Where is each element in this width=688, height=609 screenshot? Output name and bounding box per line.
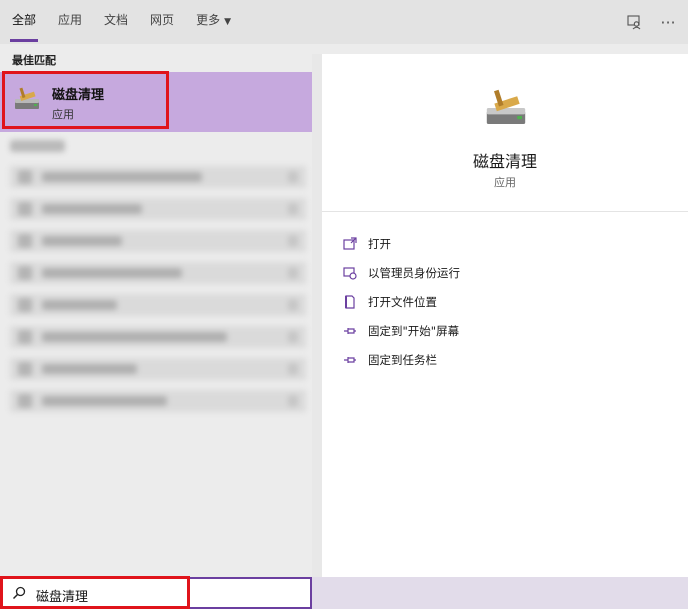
blurred-results bbox=[0, 136, 312, 426]
list-item[interactable] bbox=[10, 326, 306, 348]
search-icon bbox=[12, 586, 26, 600]
list-item[interactable] bbox=[10, 294, 306, 316]
tab-apps[interactable]: 应用 bbox=[58, 0, 82, 44]
search-input[interactable]: 磁盘清理 bbox=[0, 577, 312, 609]
action-label: 以管理员身份运行 bbox=[368, 265, 460, 280]
list-item[interactable] bbox=[10, 230, 306, 252]
results-pane: 最佳匹配 磁盘清理 应用 bbox=[0, 44, 312, 577]
run-as-admin-action[interactable]: 以管理员身份运行 bbox=[342, 258, 460, 287]
list-item[interactable] bbox=[10, 198, 306, 220]
open-file-location-action[interactable]: 打开文件位置 bbox=[342, 287, 460, 316]
detail-pane: 磁盘清理 应用 打开 以管理员身份运行 打开文件位置 固定到"开始"屏幕 固定到… bbox=[322, 54, 688, 577]
action-list: 打开 以管理员身份运行 打开文件位置 固定到"开始"屏幕 固定到任务栏 bbox=[342, 229, 460, 374]
detail-app-type: 应用 bbox=[494, 176, 516, 189]
pin-to-taskbar-action[interactable]: 固定到任务栏 bbox=[342, 345, 460, 374]
search-bar-filler bbox=[312, 577, 688, 609]
chevron-down-icon: ▼ bbox=[224, 17, 231, 27]
action-label: 固定到任务栏 bbox=[368, 352, 437, 367]
list-item[interactable] bbox=[10, 390, 306, 412]
feedback-person-icon bbox=[627, 15, 641, 30]
list-item[interactable] bbox=[10, 166, 306, 188]
tab-all[interactable]: 全部 bbox=[9, 0, 39, 44]
tab-web[interactable]: 网页 bbox=[150, 0, 174, 44]
divider bbox=[322, 211, 688, 212]
pin-taskbar-icon bbox=[342, 352, 358, 368]
tab-label: 更多 bbox=[196, 13, 221, 27]
open-action[interactable]: 打开 bbox=[342, 229, 460, 258]
open-window-icon bbox=[342, 236, 358, 252]
best-match-heading: 最佳匹配 bbox=[12, 54, 56, 67]
feedback-button[interactable] bbox=[620, 8, 648, 36]
list-item[interactable] bbox=[10, 262, 306, 284]
list-item[interactable] bbox=[10, 358, 306, 380]
detail-app-name: 磁盘清理 bbox=[472, 152, 537, 171]
action-label: 固定到"开始"屏幕 bbox=[368, 323, 460, 338]
action-label: 打开 bbox=[368, 236, 391, 251]
tab-label: 文档 bbox=[104, 13, 129, 27]
run-as-admin-icon bbox=[342, 265, 358, 281]
tab-documents[interactable]: 文档 bbox=[104, 0, 128, 44]
disk-cleanup-icon bbox=[486, 89, 526, 124]
tab-more[interactable]: 更多 ▼ bbox=[196, 0, 231, 44]
toolbar-actions: ··· bbox=[620, 0, 688, 44]
best-match-name: 磁盘清理 bbox=[52, 88, 105, 103]
file-location-icon bbox=[342, 294, 358, 310]
detail-pane-gap bbox=[312, 44, 688, 54]
disk-cleanup-icon bbox=[15, 87, 39, 109]
search-query-text: 磁盘清理 bbox=[36, 590, 89, 605]
filter-tabs: 全部 应用 文档 网页 更多 ▼ bbox=[9, 0, 253, 44]
action-label: 打开文件位置 bbox=[368, 294, 437, 309]
search-filter-bar: 全部 应用 文档 网页 更多 ▼ ··· bbox=[0, 0, 688, 44]
tab-label: 网页 bbox=[150, 13, 175, 27]
best-match-result[interactable]: 磁盘清理 应用 bbox=[0, 72, 312, 132]
best-match-type: 应用 bbox=[52, 108, 74, 121]
more-options-button[interactable]: ··· bbox=[654, 8, 682, 36]
tab-label: 应用 bbox=[58, 13, 83, 27]
blurred-section-heading bbox=[10, 140, 65, 152]
tab-label: 全部 bbox=[12, 13, 37, 27]
pin-to-start-action[interactable]: 固定到"开始"屏幕 bbox=[342, 316, 460, 345]
ellipsis-icon: ··· bbox=[660, 12, 676, 32]
pin-start-icon bbox=[342, 323, 358, 339]
